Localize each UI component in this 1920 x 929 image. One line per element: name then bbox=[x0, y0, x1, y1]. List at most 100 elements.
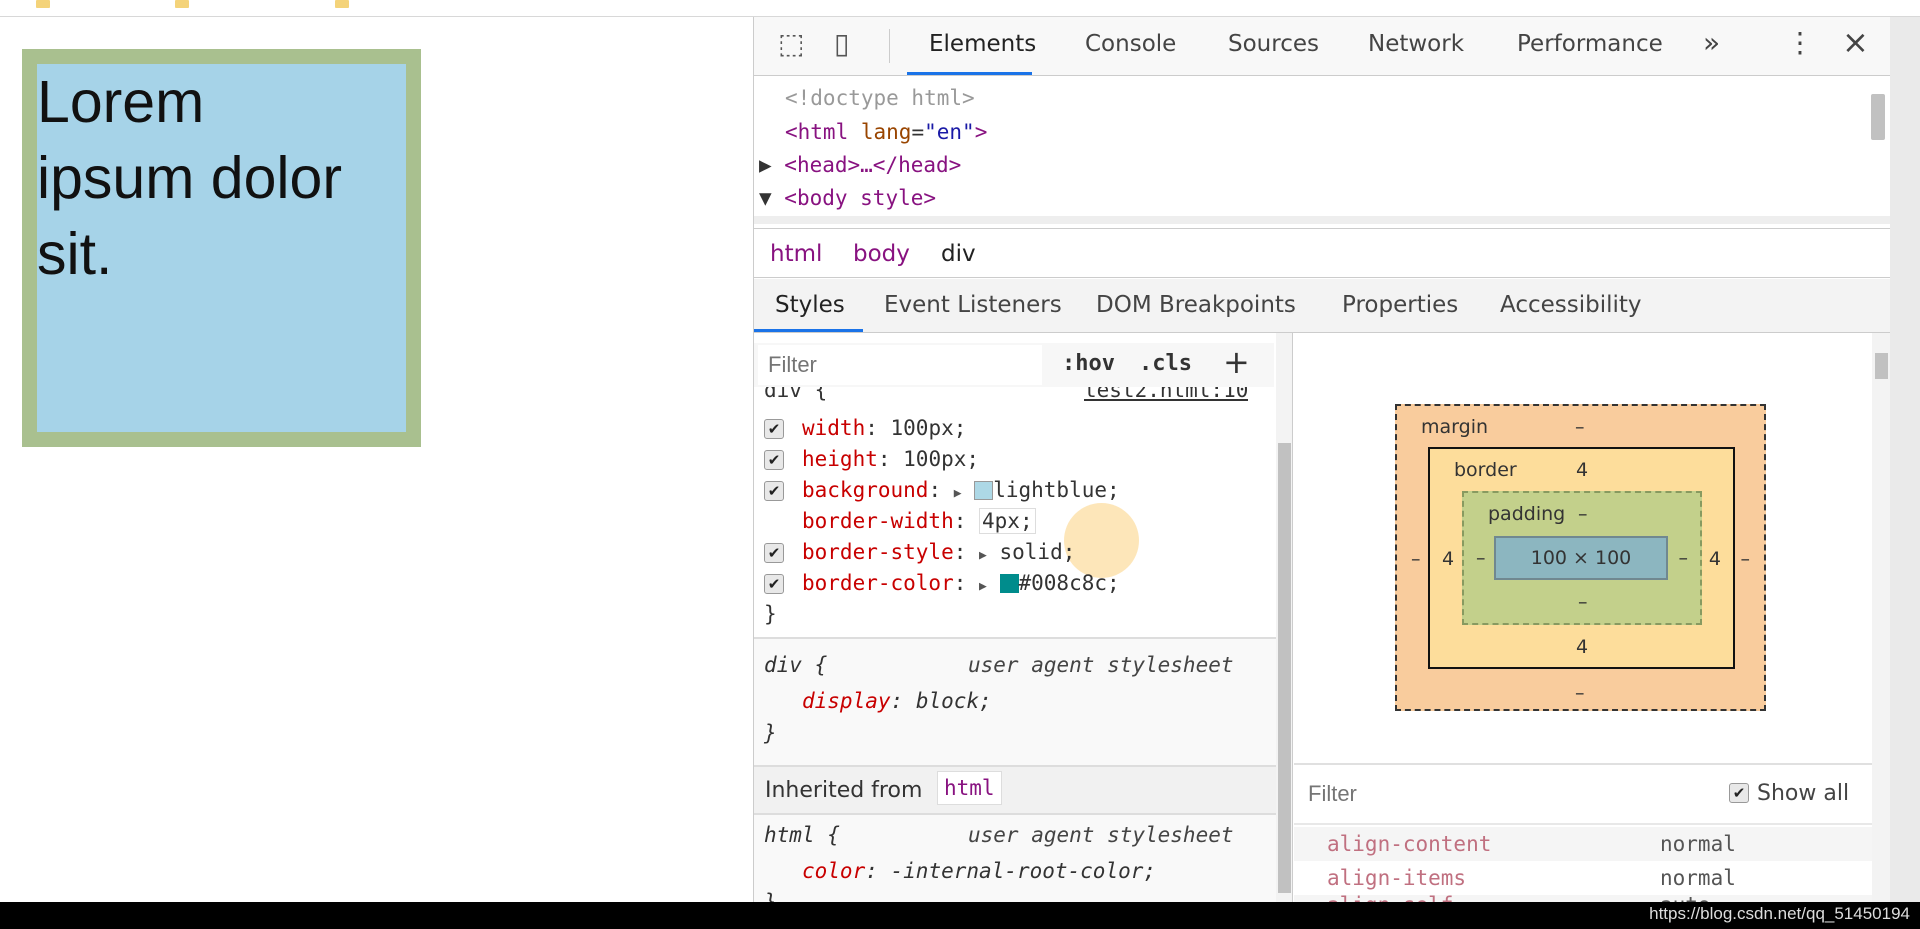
border-bottom-value[interactable]: 4 bbox=[1576, 636, 1588, 658]
color-swatch[interactable] bbox=[974, 481, 994, 500]
dom-body-node[interactable]: ▼ <body style> bbox=[759, 186, 936, 210]
tab-performance[interactable]: Performance bbox=[1517, 31, 1663, 57]
more-tabs-button[interactable]: » bbox=[1703, 26, 1720, 59]
tab-network[interactable]: Network bbox=[1368, 31, 1464, 57]
css-declaration-editing[interactable]: border-width: 4px; bbox=[802, 508, 1036, 534]
rule-selector: div { bbox=[764, 387, 828, 401]
show-all-label[interactable]: Show all bbox=[1757, 781, 1849, 806]
add-rule-button[interactable]: + bbox=[1223, 343, 1250, 381]
property-checkbox[interactable]: ✔ bbox=[764, 450, 784, 470]
page-text-line: Lorem bbox=[37, 69, 205, 135]
property-checkbox[interactable]: ✔ bbox=[764, 543, 784, 563]
devtools-toolbar: ⬚ ▯ Elements Console Sources Network Per… bbox=[754, 17, 1891, 76]
computed-properties-list: align-content normal align-items normal … bbox=[1294, 827, 1872, 902]
dom-html-node[interactable]: <html lang="en"> bbox=[785, 120, 987, 144]
computed-filter-row: ✔ Show all bbox=[1294, 763, 1872, 825]
bookmark-folder-icon[interactable] bbox=[36, 0, 50, 8]
border-right-value[interactable]: 4 bbox=[1709, 548, 1721, 570]
computed-scrollbar-track[interactable] bbox=[1872, 333, 1891, 902]
box-model-content[interactable]: 100 × 100 bbox=[1494, 536, 1668, 580]
rule-selector: div { bbox=[764, 653, 828, 677]
tab-styles[interactable]: Styles bbox=[775, 292, 845, 318]
close-brace: } bbox=[764, 721, 777, 745]
styles-filter-input[interactable] bbox=[758, 345, 1042, 385]
css-declaration[interactable]: width: 100px; bbox=[802, 416, 966, 440]
property-checkbox[interactable]: ✔ bbox=[764, 574, 784, 594]
rule-source: user agent stylesheet bbox=[968, 823, 1234, 847]
show-all-checkbox[interactable]: ✔ bbox=[1729, 783, 1749, 803]
divider bbox=[889, 29, 890, 63]
computed-filter-input[interactable] bbox=[1300, 773, 1600, 815]
computed-scrollbar-thumb[interactable] bbox=[1875, 353, 1888, 379]
css-declaration[interactable]: height: 100px; bbox=[802, 447, 979, 471]
tag-name: <html bbox=[785, 120, 849, 144]
tab-dom-breakpoints[interactable]: DOM Breakpoints bbox=[1096, 292, 1296, 318]
margin-bottom-value[interactable]: – bbox=[1575, 682, 1585, 704]
box-model-padding[interactable]: padding – – – – 100 × 100 bbox=[1462, 491, 1702, 625]
rule-source-link[interactable]: test2.html:10 bbox=[1084, 387, 1248, 401]
computed-property-name[interactable]: align-items bbox=[1327, 866, 1466, 890]
css-declaration[interactable]: background: ▶ lightblue; bbox=[802, 478, 1120, 502]
color-swatch[interactable] bbox=[999, 574, 1019, 593]
devtools-panel: ⬚ ▯ Elements Console Sources Network Per… bbox=[753, 17, 1891, 902]
breadcrumb-html[interactable]: html bbox=[770, 241, 822, 267]
inspect-element-icon[interactable]: ⬚ bbox=[778, 27, 804, 60]
active-tab-indicator bbox=[907, 72, 1032, 75]
tab-accessibility[interactable]: Accessibility bbox=[1500, 292, 1642, 318]
window-edge bbox=[1890, 17, 1920, 902]
active-subtab-indicator bbox=[754, 329, 863, 332]
value-editor[interactable]: 4px; bbox=[979, 508, 1036, 534]
tab-event-listeners[interactable]: Event Listeners bbox=[884, 292, 1062, 318]
computed-pane: margin – – – – border 4 4 4 4 padding – … bbox=[1294, 333, 1891, 902]
padding-left-value[interactable]: – bbox=[1476, 547, 1486, 569]
inherited-section-header: Inherited from html bbox=[754, 765, 1276, 815]
padding-top-value[interactable]: – bbox=[1578, 503, 1588, 525]
close-icon[interactable]: × bbox=[1842, 23, 1869, 61]
sidebar-tabs: Styles Event Listeners DOM Breakpoints P… bbox=[754, 279, 1891, 333]
ua-rule-div: div { user agent stylesheet display: blo… bbox=[754, 639, 1276, 765]
border-left-value[interactable]: 4 bbox=[1442, 548, 1454, 570]
bookmark-folder-icon[interactable] bbox=[335, 0, 349, 8]
tab-console[interactable]: Console bbox=[1085, 31, 1176, 57]
dom-doctype[interactable]: <!doctype html> bbox=[785, 86, 975, 110]
padding-right-value[interactable]: – bbox=[1679, 547, 1689, 569]
attr-value: "en" bbox=[924, 120, 975, 144]
hov-button[interactable]: :hov bbox=[1062, 351, 1115, 376]
css-declaration[interactable]: border-color: ▶ #008c8c; bbox=[802, 571, 1120, 595]
breadcrumb-div[interactable]: div bbox=[941, 241, 976, 267]
margin-left-value[interactable]: – bbox=[1411, 548, 1421, 570]
computed-property-name[interactable]: align-content bbox=[1327, 832, 1491, 856]
margin-top-value[interactable]: – bbox=[1575, 416, 1585, 438]
bookmark-folder-icon[interactable] bbox=[175, 0, 189, 8]
tab-elements[interactable]: Elements bbox=[929, 31, 1036, 57]
computed-property-value: normal bbox=[1660, 866, 1736, 890]
styles-scrollbar-track[interactable] bbox=[1276, 333, 1292, 902]
dom-scrollbar[interactable] bbox=[1871, 94, 1885, 140]
property-checkbox[interactable]: ✔ bbox=[764, 481, 784, 501]
horizontal-scrollbar[interactable] bbox=[754, 216, 1891, 224]
cls-button[interactable]: .cls bbox=[1139, 351, 1192, 376]
rule-source: user agent stylesheet bbox=[968, 653, 1234, 677]
breadcrumb: html body div bbox=[754, 228, 1891, 278]
styles-scrollbar-thumb[interactable] bbox=[1278, 443, 1291, 893]
border-label: border bbox=[1454, 459, 1517, 481]
padding-bottom-value[interactable]: – bbox=[1578, 591, 1588, 613]
border-top-value[interactable]: 4 bbox=[1576, 459, 1588, 481]
computed-property-name[interactable]: align-self bbox=[1327, 893, 1453, 902]
watermark-url: https://blog.csdn.net/qq_51450194 bbox=[1649, 904, 1910, 923]
page-text-line: ipsum dolor bbox=[37, 145, 342, 211]
tab-sources[interactable]: Sources bbox=[1228, 31, 1319, 57]
css-declaration[interactable]: border-style: ▶ solid; bbox=[802, 540, 1075, 564]
tab-properties[interactable]: Properties bbox=[1342, 292, 1458, 318]
menu-kebab-icon[interactable]: ⋮ bbox=[1786, 26, 1814, 59]
device-toolbar-icon[interactable]: ▯ bbox=[834, 27, 849, 60]
inherited-node-link[interactable]: html bbox=[937, 771, 1002, 805]
box-model-margin[interactable]: margin – – – – border 4 4 4 4 padding – … bbox=[1395, 404, 1766, 711]
box-model-border[interactable]: border 4 4 4 4 padding – – – – 100 × 100 bbox=[1428, 447, 1735, 669]
computed-property-value: normal bbox=[1660, 832, 1736, 856]
margin-right-value[interactable]: – bbox=[1741, 548, 1751, 570]
dom-head-node[interactable]: ▶ <head>…</head> bbox=[759, 153, 961, 177]
breadcrumb-body[interactable]: body bbox=[853, 241, 910, 267]
property-checkbox[interactable]: ✔ bbox=[764, 419, 784, 439]
rendered-div: Lorem ipsum dolor sit. bbox=[22, 49, 421, 447]
